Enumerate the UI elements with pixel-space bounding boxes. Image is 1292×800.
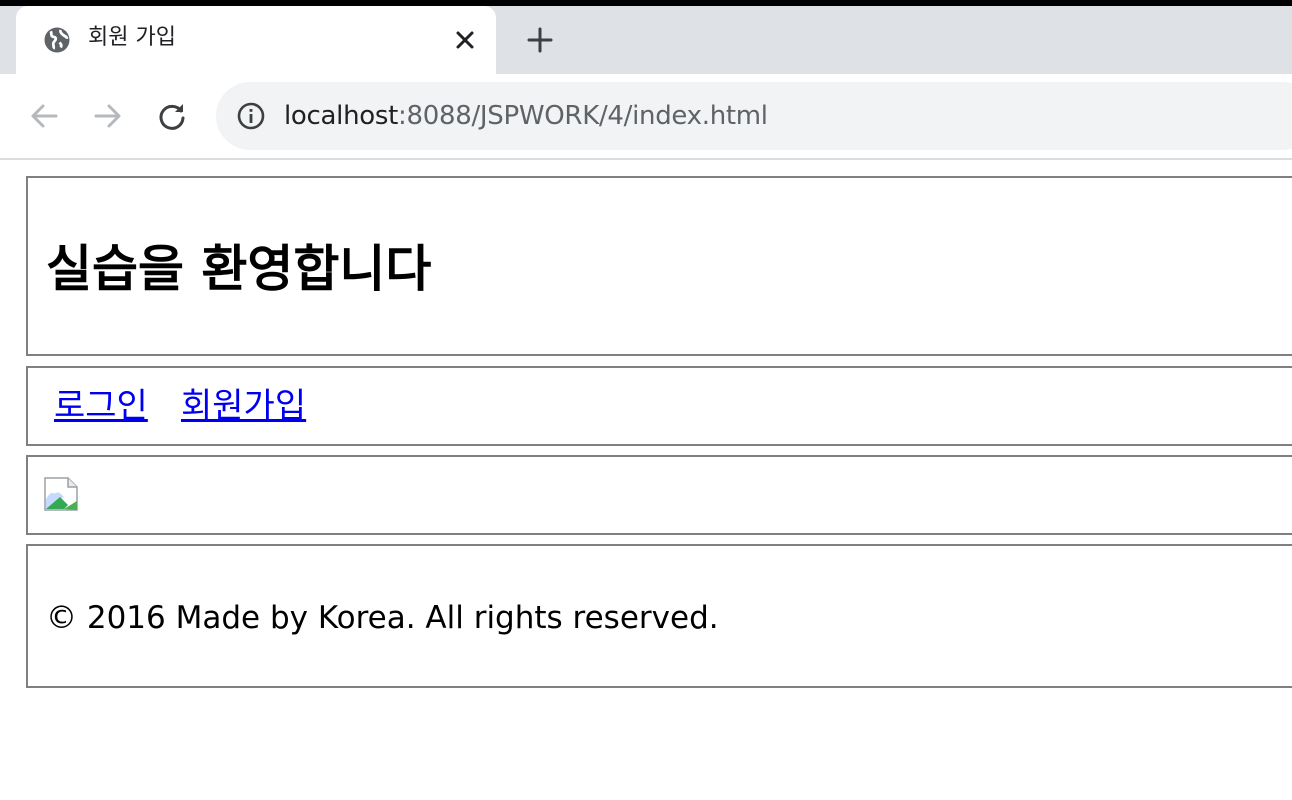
page-header: 실습을 환영합니다 <box>26 176 1292 356</box>
page-footer: © 2016 Made by Korea. All rights reserve… <box>26 544 1292 688</box>
info-icon[interactable] <box>236 101 266 131</box>
page-title: 실습을 환영합니다 <box>46 240 432 298</box>
url-path: :8088/JSPWORK/4/index.html <box>398 101 768 131</box>
browser-toolbar: localhost:8088/JSPWORK/4/index.html <box>0 74 1292 160</box>
arrow-right-icon[interactable] <box>90 98 126 134</box>
image-section <box>26 455 1292 535</box>
signup-link[interactable]: 회원가입 <box>181 384 306 428</box>
page-nav: 로그인 회원가입 <box>26 366 1292 446</box>
address-bar[interactable]: localhost:8088/JSPWORK/4/index.html <box>216 82 1292 150</box>
broken-image-icon <box>44 477 78 511</box>
globe-icon <box>42 25 72 55</box>
copyright-text: © 2016 Made by Korea. All rights reserve… <box>46 600 719 636</box>
tab-active[interactable]: 회원 가입 <box>16 6 496 74</box>
close-icon[interactable] <box>450 25 480 55</box>
plus-icon[interactable] <box>522 25 558 55</box>
reload-icon[interactable] <box>154 98 190 134</box>
tab-title: 회원 가입 <box>88 25 176 50</box>
page-content: 실습을 환영합니다 로그인 회원가입 © 2016 Made by Korea.… <box>0 160 1292 800</box>
url-text[interactable]: localhost:8088/JSPWORK/4/index.html <box>284 99 768 133</box>
arrow-left-icon[interactable] <box>26 98 62 134</box>
login-link[interactable]: 로그인 <box>54 384 148 428</box>
tab-bar: 회원 가입 <box>0 6 1292 74</box>
url-host: localhost <box>284 101 399 131</box>
